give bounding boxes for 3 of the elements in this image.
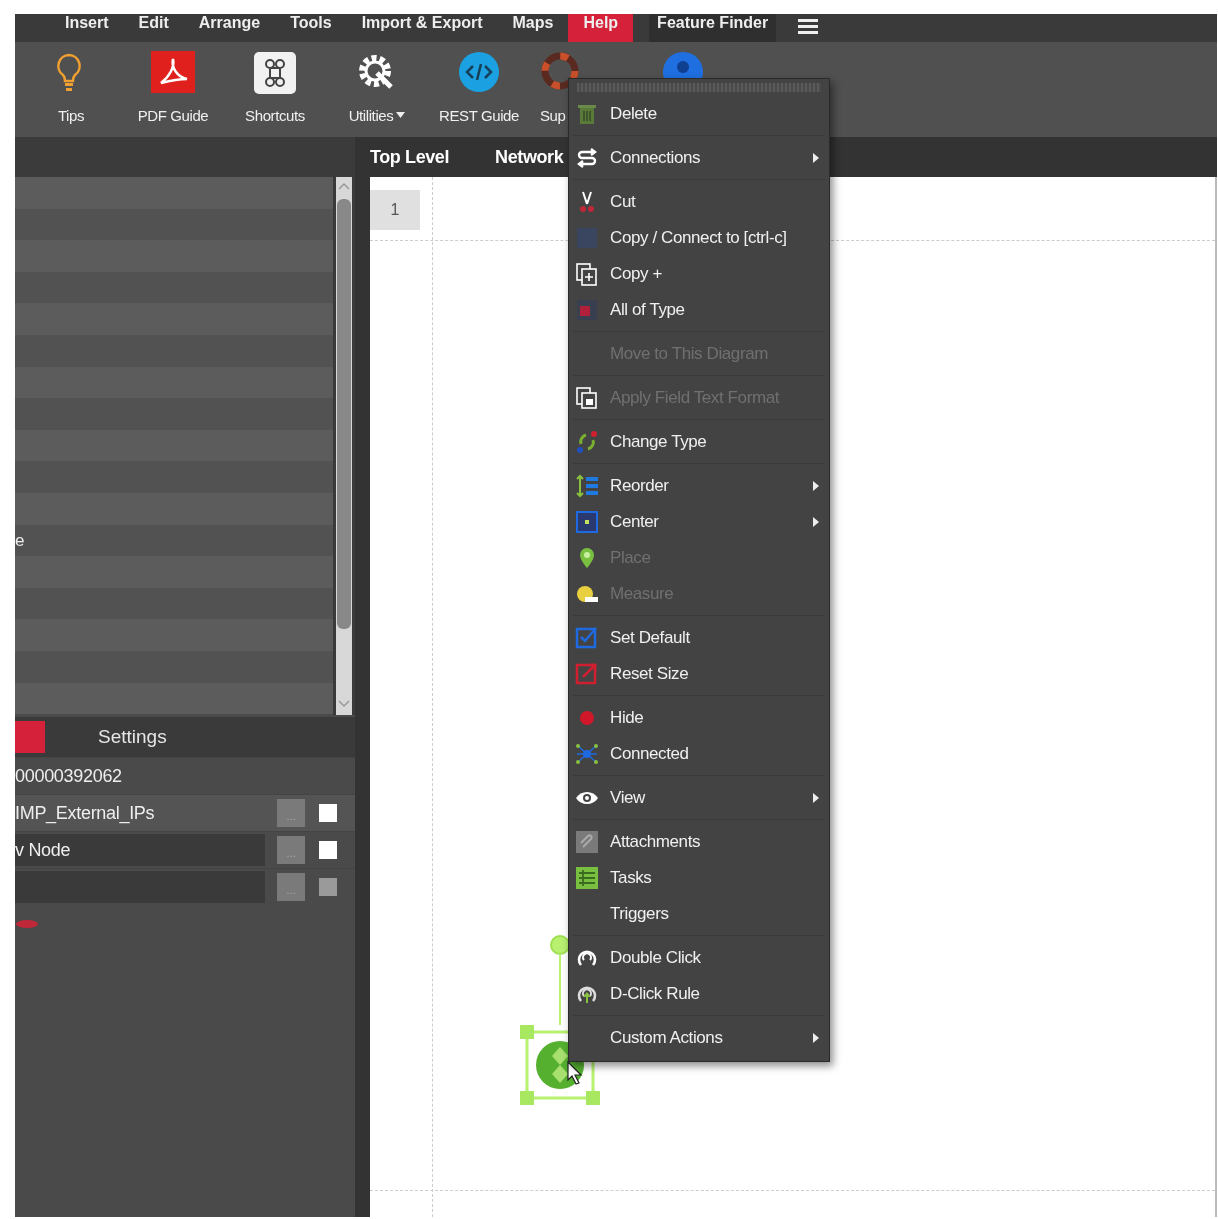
field-value: IMP_External_IPs bbox=[15, 802, 156, 826]
list-item-label: e bbox=[15, 530, 25, 550]
id-value: 00000392062 bbox=[15, 765, 123, 788]
